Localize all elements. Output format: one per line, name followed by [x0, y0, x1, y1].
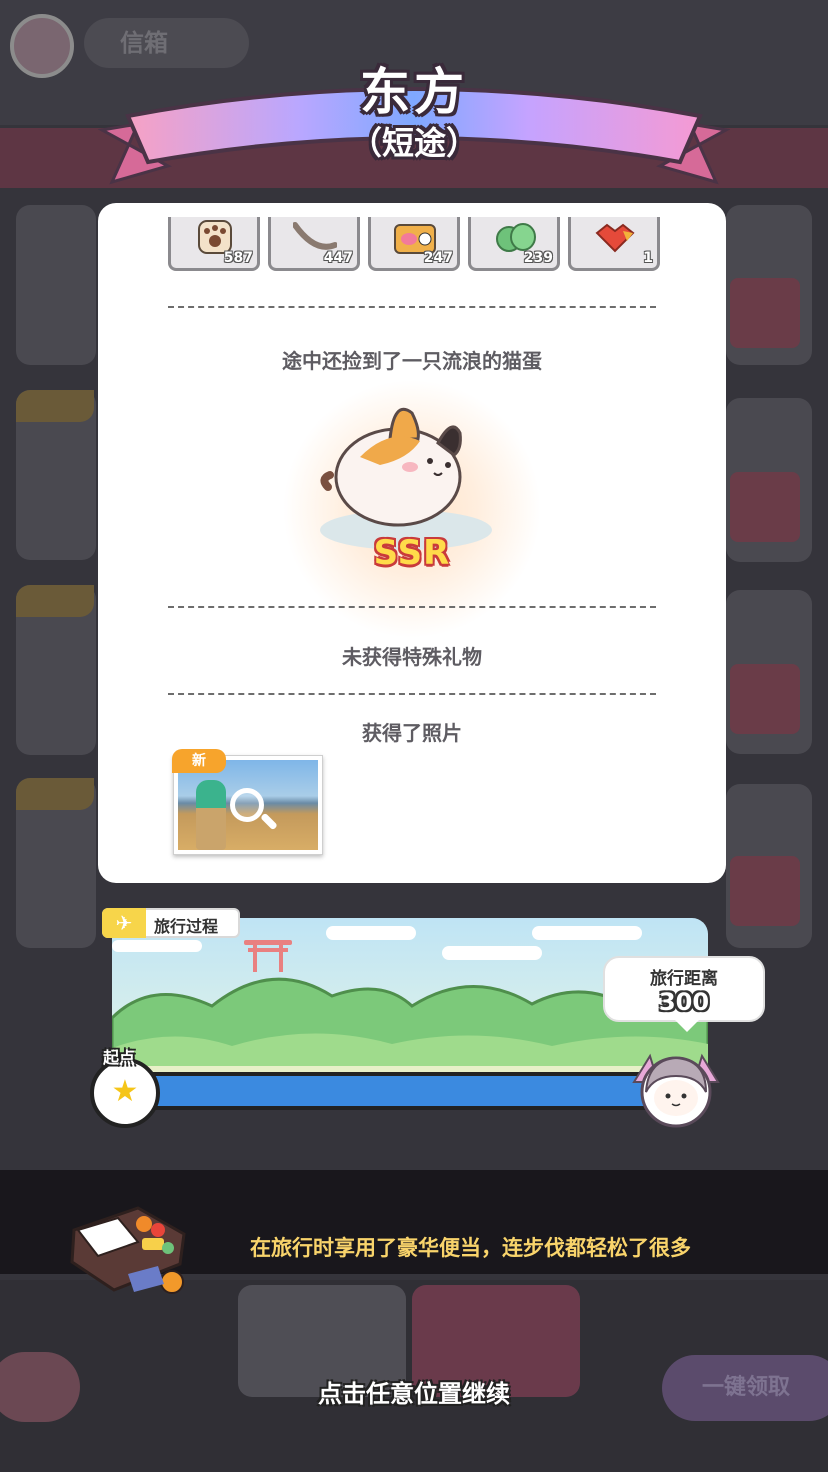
- reward-count: 1: [643, 250, 653, 266]
- background-card: [16, 778, 96, 948]
- travel-process-tag: ✈ 旅行过程: [102, 908, 240, 938]
- distance-value: 300: [658, 988, 710, 1016]
- background-card: [16, 390, 96, 560]
- progress-track: [150, 1072, 650, 1110]
- reward-item: 1: [568, 217, 660, 271]
- page-title: 东方: [360, 63, 468, 121]
- start-label: 起点: [103, 1048, 136, 1067]
- reward-count: 247: [423, 250, 453, 266]
- egg-found-text: 途中还捡到了一只流浪的猫蛋: [282, 349, 542, 373]
- background-card: [16, 205, 96, 365]
- reward-count: 447: [323, 250, 353, 266]
- background-gift-icon: [730, 856, 800, 926]
- reward-item: 239: [468, 217, 560, 271]
- rarity-label: SSR: [373, 533, 451, 573]
- photo-image: [178, 760, 318, 850]
- reward-item: 247: [368, 217, 460, 271]
- divider: [168, 606, 656, 608]
- tap-to-continue[interactable]: 点击任意位置继续: [0, 1374, 828, 1409]
- reward-count: 239: [523, 250, 553, 266]
- distance-label: 旅行距离: [650, 969, 718, 989]
- bento-box-icon: [70, 1206, 186, 1294]
- divider: [168, 306, 656, 308]
- torii-gate: [244, 940, 292, 972]
- background-gift-icon: [730, 664, 800, 734]
- background-gift-icon: [730, 278, 800, 348]
- magnifier-handle: [260, 812, 278, 831]
- new-badge: 新: [172, 749, 226, 773]
- distance-bubble: 旅行距离 300: [603, 956, 765, 1032]
- divider: [168, 693, 656, 695]
- gem-heart-icon: [595, 223, 635, 253]
- travel-process-label: 旅行过程: [154, 917, 219, 936]
- reward-item: 447: [268, 217, 360, 271]
- background-card: [16, 585, 96, 755]
- photo-result-text: 获得了照片: [362, 721, 462, 745]
- airplane-icon: ✈: [102, 908, 146, 938]
- traveler-avatar: [632, 1053, 720, 1128]
- magnifier-icon: [230, 788, 264, 822]
- gift-result-text: 未获得特殊礼物: [342, 645, 482, 669]
- reward-count: 587: [223, 250, 253, 266]
- photo-character: [196, 780, 226, 850]
- background-gift-icon: [730, 472, 800, 542]
- start-star-icon: ★: [90, 1058, 160, 1128]
- result-panel: 587 447 247 239 1 途中还捡到了一只流浪的猫蛋 SSR 未获得特…: [98, 203, 726, 883]
- cat-egg-icon: [320, 407, 462, 527]
- bento-message: 在旅行时享用了豪华便当，连步伐都轻松了很多: [250, 1236, 691, 1260]
- page-subtitle: （短途）: [349, 124, 478, 162]
- reward-item: 587: [168, 217, 260, 271]
- reward-items-row: 587 447 247 239 1: [168, 203, 668, 273]
